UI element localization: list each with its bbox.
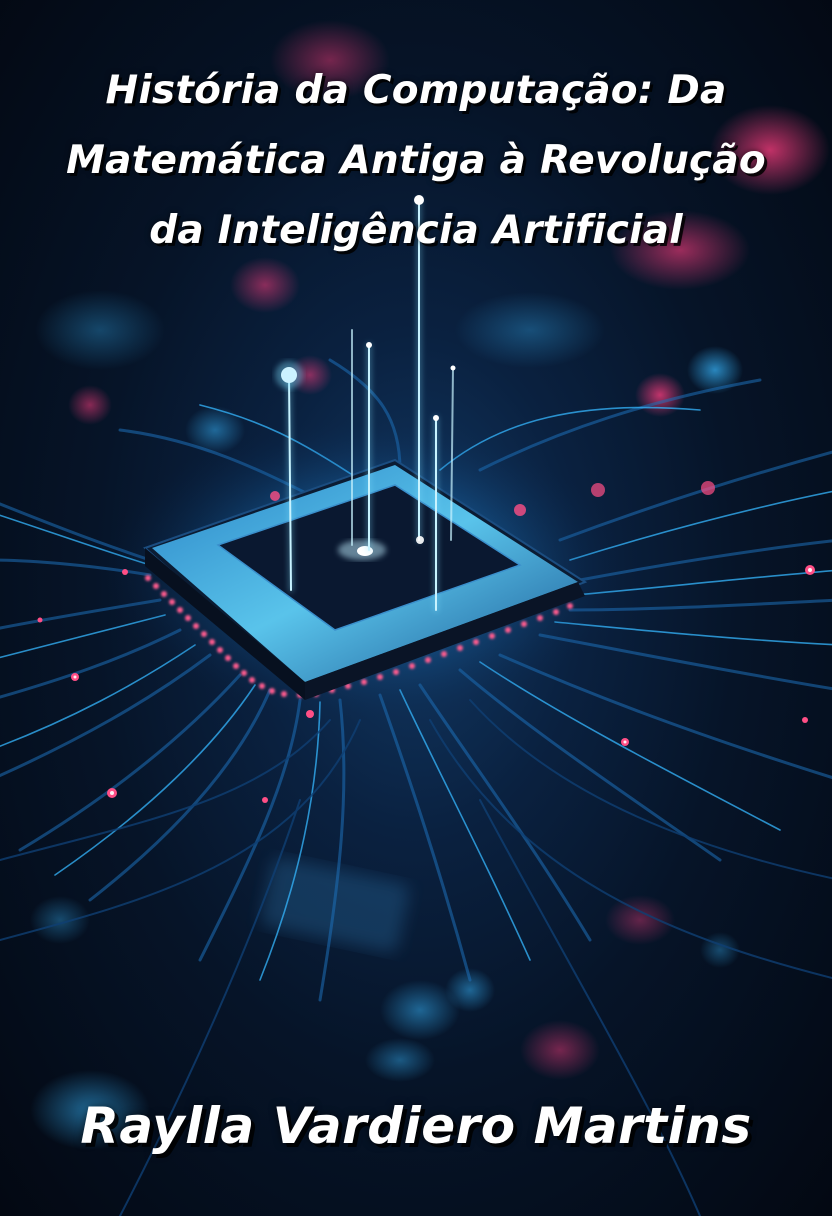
author-name: Raylla Vardiero Martins: [80, 1097, 752, 1155]
book-title: História da Computação: Da Matemática An…: [40, 56, 792, 266]
book-cover: História da Computação: Da Matemática An…: [0, 0, 832, 1216]
title-line: da Inteligência Artificial: [149, 208, 683, 253]
title-line: História da Computação: Da: [105, 68, 727, 113]
title-line: Matemática Antiga à Revolução: [66, 138, 766, 183]
